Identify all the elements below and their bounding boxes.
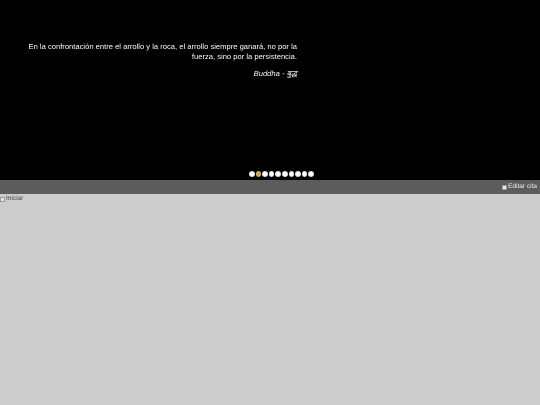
home-label: Iniciar	[6, 195, 24, 202]
broken-image-icon	[502, 184, 508, 190]
toolbar: Editar cita	[0, 180, 540, 194]
carousel-dots	[249, 171, 314, 177]
carousel-dot[interactable]	[281, 171, 288, 177]
carousel-dot[interactable]	[268, 171, 275, 177]
carousel-dot[interactable]	[262, 171, 268, 177]
quote-panel: En la confrontación entre el arrollo y l…	[0, 0, 540, 180]
quote-text: En la confrontación entre el arrollo y l…	[28, 42, 297, 61]
carousel-dot[interactable]	[301, 171, 308, 177]
home-link[interactable]: Iniciar	[0, 195, 23, 203]
edit-quote-label: Editar cita	[508, 183, 537, 190]
carousel-dot[interactable]	[275, 171, 281, 177]
carousel-dot[interactable]	[288, 171, 295, 177]
edit-quote-link[interactable]: Editar cita	[502, 183, 537, 191]
carousel-dot[interactable]	[295, 171, 301, 177]
quote-author: Buddha - बुद्ध	[253, 69, 297, 78]
carousel-dot[interactable]	[255, 171, 262, 177]
carousel-dot[interactable]	[249, 171, 255, 177]
carousel-dot[interactable]	[308, 171, 314, 177]
broken-image-icon	[0, 196, 5, 202]
